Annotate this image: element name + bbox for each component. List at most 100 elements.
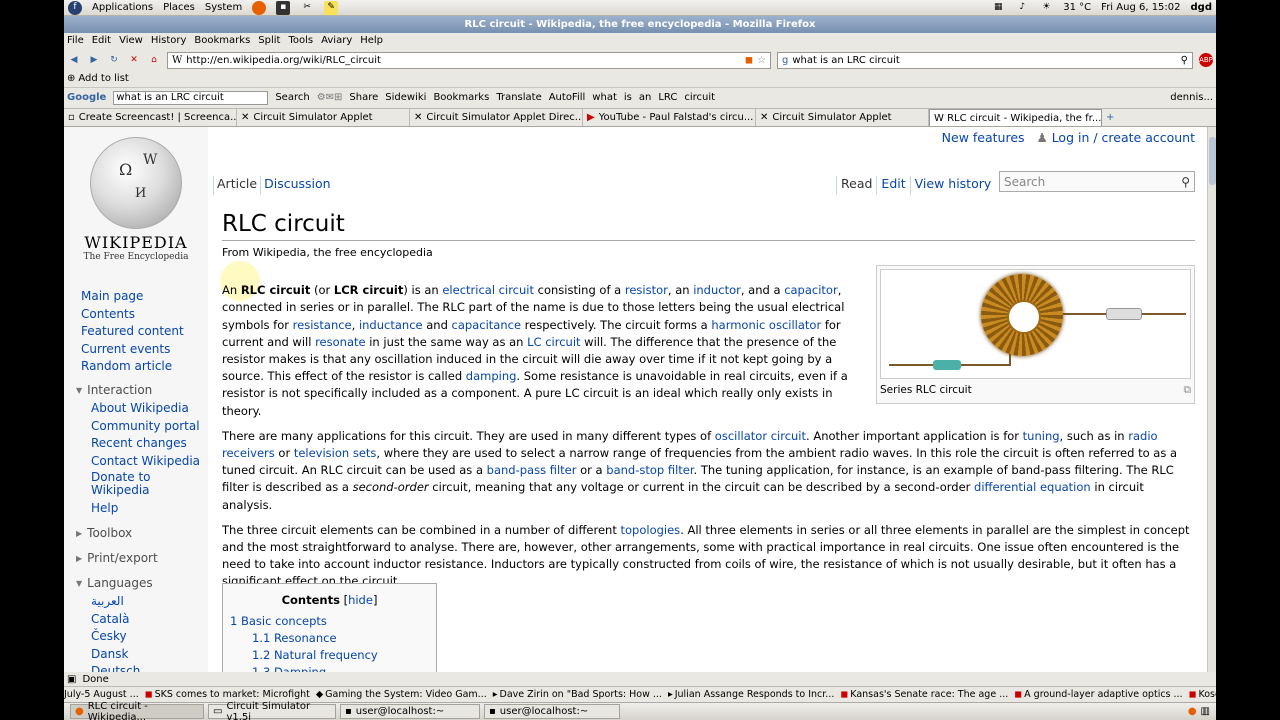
nav-contents[interactable]: Contents xyxy=(81,307,184,325)
feed-item[interactable]: ▸ Dave Zirin on "Bad Sports: How ... xyxy=(493,689,662,700)
lang-german[interactable]: Deutsch xyxy=(91,664,140,672)
new-features-link[interactable]: New features xyxy=(942,130,1025,145)
menu-aviary[interactable]: Aviary xyxy=(321,35,352,46)
enlarge-icon[interactable]: ⧉ xyxy=(1184,382,1192,399)
feed-item[interactable]: July-5 August ... xyxy=(64,689,139,700)
task-circuit-simulator[interactable]: ▭ Circuit Simulator v1.5j xyxy=(208,701,336,720)
nav-random[interactable]: Random article xyxy=(81,359,184,377)
gbar-tools-icons[interactable]: ⚙✉⊞ xyxy=(317,92,343,103)
close-icon[interactable]: ✕ xyxy=(414,112,422,123)
task-firefox[interactable]: ● RLC circuit - Wikipedia... xyxy=(70,701,204,720)
nav-recent-changes[interactable]: Recent changes xyxy=(91,436,203,454)
user-name[interactable]: dgd xyxy=(1191,2,1212,13)
adblock-icon[interactable]: ABP xyxy=(1199,53,1213,67)
gbar-bookmarks-button[interactable]: Bookmarks xyxy=(433,92,489,103)
nav-about[interactable]: About Wikipedia xyxy=(91,401,203,419)
lang-czech[interactable]: Česky xyxy=(91,629,140,647)
tab-circuit-simulator-2[interactable]: ✕ Circuit Simulator Applet xyxy=(756,109,929,126)
tab-discussion[interactable]: Discussion xyxy=(260,176,333,195)
forward-icon[interactable]: ▶ xyxy=(87,53,101,67)
wikipedia-logo[interactable]: Ω W И Wikipedia The Free Encyclopedia xyxy=(76,137,196,262)
gbar-term-an[interactable]: an xyxy=(639,92,651,103)
task-terminal-1[interactable]: ▪ user@localhost:~ xyxy=(340,704,480,719)
system-menu[interactable]: System xyxy=(205,2,242,13)
toc-item-natural-frequency[interactable]: 1.2 Natural frequency xyxy=(230,647,429,664)
gbar-term-circuit[interactable]: circuit xyxy=(684,92,715,103)
interaction-heading[interactable]: ▼ Interaction xyxy=(76,383,152,397)
print-export-heading[interactable]: ▶ Print/export xyxy=(76,551,158,565)
nav-contact[interactable]: Contact Wikipedia xyxy=(91,454,203,472)
tab-youtube[interactable]: ▶ YouTube - Paul Falstad's circu... xyxy=(583,109,756,126)
window-title-bar[interactable]: RLC circuit - Wikipedia, the free encycl… xyxy=(64,16,1216,33)
close-icon[interactable]: ✕ xyxy=(241,112,249,123)
search-bar-text[interactable]: what is an LRC circuit xyxy=(792,55,1176,66)
menu-help[interactable]: Help xyxy=(360,35,383,46)
menu-edit[interactable]: Edit xyxy=(92,35,111,46)
tab-rlc-wikipedia[interactable]: W RLC circuit - Wikipedia, the fr... xyxy=(929,109,1102,126)
nav-donate[interactable]: Donate to Wikipedia xyxy=(91,471,203,501)
screenshot-launcher-icon[interactable]: ✂ xyxy=(300,1,314,15)
menu-history[interactable]: History xyxy=(151,35,187,46)
nav-main-page[interactable]: Main page xyxy=(81,289,184,307)
fedora-icon[interactable]: f xyxy=(68,0,82,15)
url-text[interactable]: http://en.wikipedia.org/wiki/RLC_circuit xyxy=(186,55,740,66)
google-toolbar-input[interactable] xyxy=(113,90,269,105)
page-scrollbar[interactable] xyxy=(1207,127,1216,672)
toolbox-heading[interactable]: ▶ Toolbox xyxy=(76,526,132,540)
gbar-sidewiki-button[interactable]: Sidewiki xyxy=(385,92,426,103)
tab-circuit-simulator-direct[interactable]: ✕ Circuit Simulator Applet Direc... xyxy=(410,109,583,126)
menu-bookmarks[interactable]: Bookmarks xyxy=(194,35,250,46)
feed-item[interactable]: ◼ SKS comes to market: Microfight xyxy=(145,689,310,700)
gbar-autofill-button[interactable]: AutoFill xyxy=(549,92,586,103)
weather-temp[interactable]: 31 °C xyxy=(1063,2,1091,13)
gbar-term-is[interactable]: is xyxy=(624,92,632,103)
feed-item[interactable]: ▸ Julian Assange Responds to Incr... xyxy=(668,689,834,700)
nav-current-events[interactable]: Current events xyxy=(81,342,184,360)
lang-danish[interactable]: Dansk xyxy=(91,647,140,665)
gbar-term-what[interactable]: what xyxy=(592,92,617,103)
bookmark-star-icon[interactable]: ☆ xyxy=(757,55,766,66)
feed-item[interactable]: ◼ Kansas's Senate race: The age ... xyxy=(840,689,1008,700)
tray-firefox-icon[interactable]: ● xyxy=(1188,706,1197,717)
gbar-search-button[interactable]: Search xyxy=(275,92,309,103)
back-icon[interactable]: ◀ xyxy=(67,53,81,67)
gbar-share-button[interactable]: Share xyxy=(349,92,378,103)
scrollbar-thumb[interactable] xyxy=(1209,137,1216,185)
home-icon[interactable]: ⌂ xyxy=(147,53,161,67)
nav-help[interactable]: Help xyxy=(91,501,203,519)
magnifier-icon[interactable]: ⚲ xyxy=(1181,55,1188,66)
volume-icon[interactable]: ♪ xyxy=(1015,1,1029,15)
network-icon[interactable]: ▦ xyxy=(991,1,1005,15)
menu-file[interactable]: File xyxy=(67,35,84,46)
toc-item-basic-concepts[interactable]: 1 Basic concepts xyxy=(230,613,429,630)
tab-edit[interactable]: Edit xyxy=(876,176,909,195)
reload-icon[interactable]: ↻ xyxy=(107,53,121,67)
nav-community[interactable]: Community portal xyxy=(91,419,203,437)
menu-tools[interactable]: Tools xyxy=(288,35,313,46)
tray-trash-icon[interactable]: ▥ xyxy=(1201,706,1210,717)
rlc-circuit-image[interactable] xyxy=(880,269,1191,380)
stop-icon[interactable]: ✕ xyxy=(127,53,141,67)
nav-featured[interactable]: Featured content xyxy=(81,324,184,342)
tab-article[interactable]: Article xyxy=(213,176,260,195)
add-to-list-button[interactable]: Add to list xyxy=(78,73,128,84)
rss-icon[interactable]: ◼ xyxy=(745,55,753,66)
lang-arabic[interactable]: العربية xyxy=(91,594,140,612)
feed-item[interactable]: ◼ A ground-layer adaptive optics ... xyxy=(1014,689,1182,700)
url-bar[interactable]: W http://en.wikipedia.org/wiki/RLC_circu… xyxy=(167,51,771,69)
toc-hide-link[interactable]: hide xyxy=(348,593,373,607)
tab-circuit-simulator-1[interactable]: ✕ Circuit Simulator Applet xyxy=(237,109,410,126)
firefox-launcher-icon[interactable] xyxy=(252,0,267,15)
notes-launcher-icon[interactable]: ✎ xyxy=(324,0,339,15)
task-terminal-2[interactable]: ▪ user@localhost:~ xyxy=(484,704,620,719)
languages-heading[interactable]: ▼ Languages xyxy=(76,576,153,590)
gbar-term-lrc[interactable]: LRC xyxy=(658,92,677,103)
wiki-search-input[interactable]: Search ⚲ xyxy=(999,171,1195,192)
google-logo[interactable]: Google xyxy=(67,92,106,103)
tab-view-history[interactable]: View history xyxy=(909,176,996,195)
search-bar[interactable]: g what is an LRC circuit ⚲ xyxy=(777,51,1193,69)
menu-view[interactable]: View xyxy=(119,35,143,46)
feed-item[interactable]: ◆ Gaming the System: Video Gam... xyxy=(316,689,487,700)
login-link[interactable]: Log in / create account xyxy=(1052,130,1195,145)
lang-catalan[interactable]: Català xyxy=(91,612,140,630)
